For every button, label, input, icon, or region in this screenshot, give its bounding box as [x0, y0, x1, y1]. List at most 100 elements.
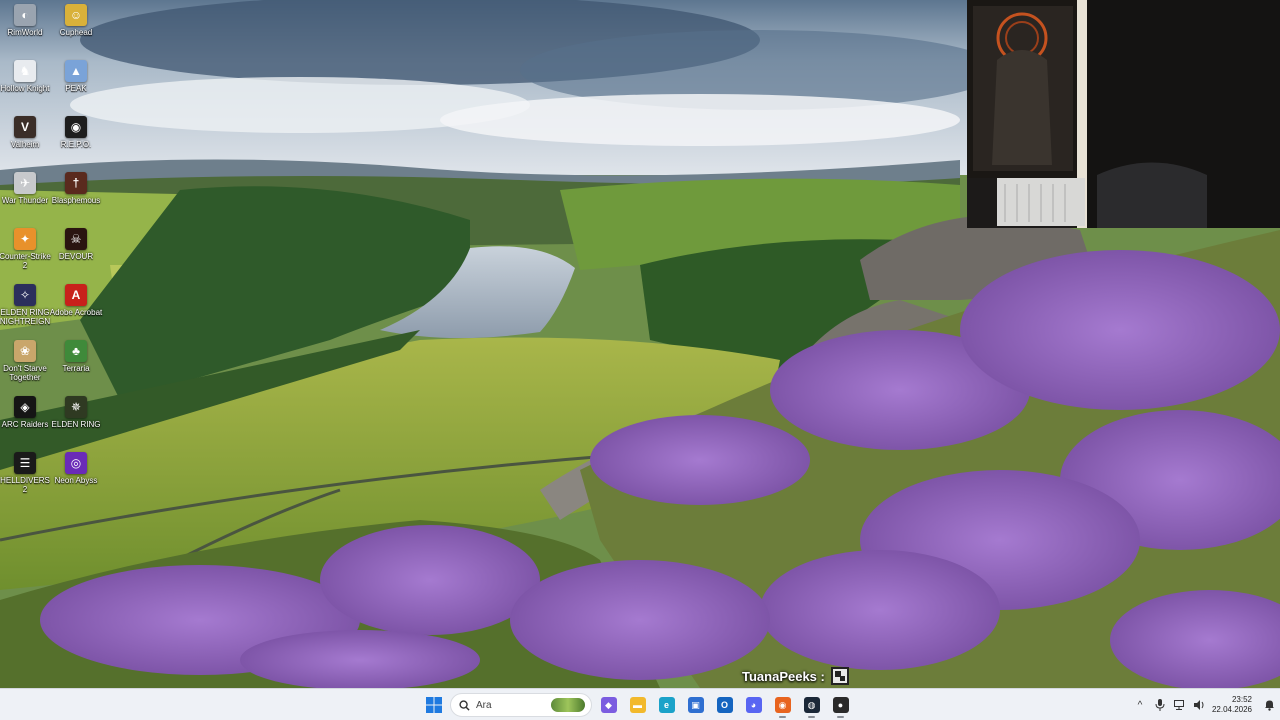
bell-icon: [1264, 700, 1274, 711]
desktop-icon-label: ELDEN RING: [51, 420, 101, 429]
desktop-icon-label: HELLDIVERS 2: [0, 476, 50, 494]
store-icon: ▣: [687, 697, 704, 713]
desktop-icon-label: Terraria: [62, 364, 90, 373]
volume-button[interactable]: [1190, 689, 1210, 720]
valheim-icon: V: [14, 116, 36, 138]
desktop-icon-label: Valheim: [10, 140, 40, 149]
desktop-icon-counter-strike[interactable]: ✦ Counter-Strike 2: [0, 228, 51, 284]
copilot-icon: ◆: [600, 697, 617, 713]
speaker-icon: [1194, 700, 1204, 710]
search-highlight-image: [551, 698, 585, 712]
desktop-icon-arc-raiders[interactable]: ◈ ARC Raiders: [0, 396, 50, 452]
system-tray: ^ 23:52 22.04.2026: [1130, 689, 1280, 720]
taskbar-store-button[interactable]: ▣: [683, 692, 708, 718]
desktop-icon-war-thunder[interactable]: ✈ War Thunder: [0, 172, 50, 228]
taskbar: Ara ◆ ▬ e ▣ O ◕ ◉ ◍ ● ^ 23:52 22.04.2026: [0, 688, 1280, 720]
notification-button[interactable]: [1258, 689, 1280, 720]
neon-abyss-icon: ◎: [65, 452, 87, 474]
desktop-icon-valheim[interactable]: V Valheim: [0, 116, 50, 172]
webcam-overlay: [967, 0, 1280, 228]
microphone-icon: [1155, 699, 1165, 711]
desktop-icon-label: PEAK: [65, 84, 87, 93]
rimworld-icon: ◐: [14, 4, 36, 26]
search-placeholder: Ara: [476, 699, 492, 711]
taskbar-widgets-button[interactable]: ◆: [596, 692, 621, 718]
desktop-icon-label: DEVOUR: [58, 252, 94, 261]
chevron-up-icon: ^: [1137, 699, 1143, 711]
desktop-icon-peak[interactable]: ▲ PEAK: [51, 60, 101, 116]
desktop-icon-elden-ring-nightreign[interactable]: ✧ ELDEN RING NIGHTREIGN: [0, 284, 50, 340]
desktop-icon-label: Hollow Knight: [0, 84, 50, 93]
outlook-icon: O: [716, 697, 733, 713]
microphone-button[interactable]: [1150, 689, 1170, 720]
desktop-icon-label: R.E.P.O.: [60, 140, 92, 149]
discord-icon: ◕: [745, 697, 762, 713]
network-icon: [1174, 700, 1184, 710]
hollow-knight-icon: ♞: [14, 60, 36, 82]
taskbar-discord-button[interactable]: ◕: [741, 692, 766, 718]
arc-raiders-icon: ◈: [14, 396, 36, 418]
elden-ring-icon: ✵: [65, 396, 87, 418]
desktop-icon-label: War Thunder: [1, 196, 49, 205]
desktop-icon-repo[interactable]: ◉ R.E.P.O.: [51, 116, 101, 172]
qr-code-icon: [830, 667, 849, 685]
steam-icon: ◍: [803, 697, 820, 713]
desktop-icon-label: Adobe Acrobat: [49, 308, 103, 317]
dont-starve-icon: ❀: [14, 340, 36, 362]
taskbar-search[interactable]: Ara: [450, 693, 592, 717]
start-button[interactable]: [421, 692, 446, 718]
desktop-icon-label: Neon Abyss: [54, 476, 98, 485]
helldivers-icon: ☰: [14, 452, 36, 474]
clock-date: 22.04.2026: [1211, 705, 1252, 714]
desktop-icon-label: ARC Raiders: [1, 420, 49, 429]
devour-icon: ☠: [65, 228, 87, 250]
show-hidden-icons-button[interactable]: ^: [1130, 689, 1150, 720]
firefox-icon: ◉: [774, 697, 791, 713]
streamer-name: TuanaPeeks :: [742, 668, 825, 684]
taskbar-outlook-button[interactable]: O: [712, 692, 737, 718]
search-icon: [459, 699, 470, 711]
taskbar-center: Ara ◆ ▬ e ▣ O ◕ ◉ ◍ ●: [421, 689, 853, 720]
desktop-icon-devour[interactable]: ☠ DEVOUR: [51, 228, 101, 284]
desktop-icon-label: Counter-Strike 2: [0, 252, 51, 270]
desktop-icon-rimworld[interactable]: ◐ RimWorld: [0, 4, 50, 60]
windows-start-icon: [425, 697, 442, 713]
desktop-icon-neon-abyss[interactable]: ◎ Neon Abyss: [51, 452, 101, 508]
elden-ring-nightreign-icon: ✧: [14, 284, 36, 306]
desktop-icon-label: ELDEN RING NIGHTREIGN: [0, 308, 51, 326]
counter-strike-icon: ✦: [14, 228, 36, 250]
adobe-acrobat-icon: A: [65, 284, 87, 306]
desktop-icon-elden-ring[interactable]: ✵ ELDEN RING: [51, 396, 101, 452]
folder-icon: ▬: [629, 697, 646, 713]
peak-icon: ▲: [65, 60, 87, 82]
clock-button[interactable]: 23:52 22.04.2026: [1210, 695, 1258, 715]
obs-icon: ●: [832, 697, 849, 713]
blasphemous-icon: †: [65, 172, 87, 194]
taskbar-steam-button[interactable]: ◍: [799, 692, 824, 718]
streamer-name-overlay: TuanaPeeks :: [742, 667, 849, 685]
taskbar-firefox-button[interactable]: ◉: [770, 692, 795, 718]
taskbar-file-explorer-button[interactable]: ▬: [625, 692, 650, 718]
desktop-icon-terraria[interactable]: ♣ Terraria: [51, 340, 101, 396]
desktop-icon-label: Blasphemous: [51, 196, 101, 205]
edge-icon: e: [658, 697, 675, 713]
clock-time: 23:52: [1231, 695, 1252, 704]
terraria-icon: ♣: [65, 340, 87, 362]
taskbar-obs-button[interactable]: ●: [828, 692, 853, 718]
network-button[interactable]: [1170, 689, 1190, 720]
desktop-icon-blasphemous[interactable]: † Blasphemous: [51, 172, 101, 228]
taskbar-edge-button[interactable]: e: [654, 692, 679, 718]
desktop-icon-label: Cuphead: [59, 28, 93, 37]
desktop-icon-dont-starve[interactable]: ❀ Don't Starve Together: [0, 340, 50, 396]
desktop-icon-label: RimWorld: [7, 28, 43, 37]
taskbar-apps: ◆ ▬ e ▣ O ◕ ◉ ◍ ●: [596, 692, 853, 718]
desktop-icon-adobe-acrobat[interactable]: A Adobe Acrobat: [49, 284, 103, 340]
desktop-icon-helldivers[interactable]: ☰ HELLDIVERS 2: [0, 452, 50, 508]
repo-icon: ◉: [65, 116, 87, 138]
desktop-icon-cuphead[interactable]: ☺ Cuphead: [51, 4, 101, 60]
desktop-icon-grid: ◐ RimWorld ☺ Cuphead ♞ Hollow Knight ▲ PEAK V Val…: [0, 0, 110, 688]
cuphead-icon: ☺: [65, 4, 87, 26]
desktop-icon-label: Don't Starve Together: [3, 364, 47, 382]
desktop-icon-hollow-knight[interactable]: ♞ Hollow Knight: [0, 60, 50, 116]
war-thunder-icon: ✈: [14, 172, 36, 194]
